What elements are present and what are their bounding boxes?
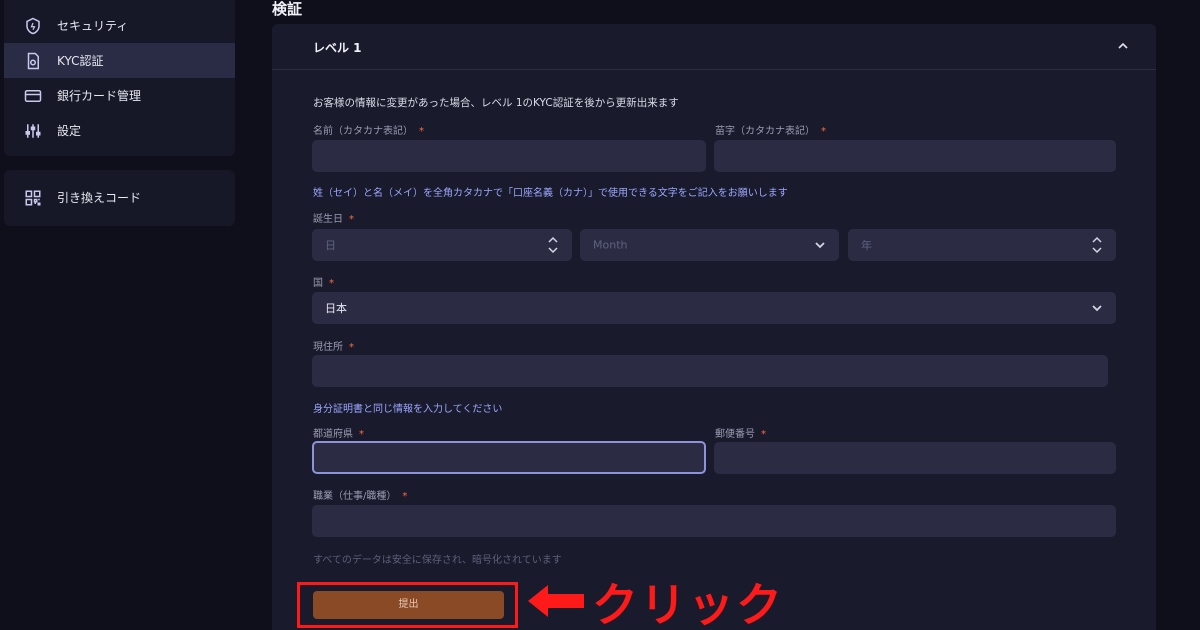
sidebar-item-label: KYC認証	[57, 54, 104, 68]
sidebar-item-label: 設定	[57, 124, 82, 138]
id-document-icon	[24, 52, 42, 70]
sidebar-item-security[interactable]: セキュリティ	[4, 8, 235, 43]
prefecture-input[interactable]	[312, 441, 706, 474]
country-value: 日本	[325, 302, 347, 315]
qr-code-icon	[24, 189, 42, 207]
address-input[interactable]	[312, 355, 1108, 387]
sidebar-item-bank-card[interactable]: 銀行カード管理	[4, 78, 235, 113]
occupation-input[interactable]	[312, 505, 1116, 537]
sidebar-item-label: 引き換えコード	[57, 191, 142, 205]
sidebar-item-settings[interactable]: 設定	[4, 113, 235, 148]
chevron-down-icon	[814, 236, 826, 254]
highlight-box	[297, 582, 518, 628]
sidebar-item-label: 銀行カード管理	[57, 89, 142, 103]
country-select[interactable]: 日本	[312, 292, 1116, 324]
birth-month-placeholder: Month	[593, 238, 628, 252]
sidebar-item-label: セキュリティ	[57, 19, 129, 33]
sidebar-menu: セキュリティ KYC認証 銀行カード管理 設定	[4, 0, 235, 156]
prefecture-label: 都道府県 *	[313, 429, 364, 440]
chevron-down-icon	[1091, 299, 1103, 317]
first-name-input[interactable]	[312, 140, 706, 172]
kyc-level-card: レベル 1	[272, 24, 1156, 630]
birth-year-placeholder: 年	[861, 239, 872, 252]
postal-code-input[interactable]	[714, 442, 1116, 474]
arrow-left-icon	[526, 583, 586, 619]
birth-day-placeholder: 日	[325, 239, 336, 252]
credit-card-icon	[24, 87, 42, 105]
sidebar-secondary-menu: 引き換えコード	[4, 170, 235, 226]
last-name-label: 苗字（カタカナ表記） *	[715, 126, 826, 137]
security-note: すべてのデータは安全に保存され、暗号化されています	[313, 555, 562, 566]
id-note: 身分証明書と同じ情報を入力してください	[313, 404, 503, 415]
card-title: レベル 1	[313, 41, 362, 55]
chevron-up-icon[interactable]	[1115, 38, 1131, 54]
click-annotation: クリック	[592, 578, 784, 630]
intro-text: お客様の情報に変更があった場合、レベル 1のKYC認証を後から更新出来ます	[313, 97, 679, 109]
birth-day-input[interactable]: 日	[312, 229, 572, 261]
first-name-label: 名前（カタカナ表記） *	[313, 126, 424, 137]
birth-month-select[interactable]: Month	[580, 229, 839, 261]
sidebar-item-kyc[interactable]: KYC認証	[4, 43, 235, 78]
address-label: 現住所 *	[313, 342, 354, 353]
sliders-icon	[24, 122, 42, 140]
shield-icon	[24, 17, 42, 35]
stepper-icon[interactable]	[547, 236, 559, 254]
birth-year-input[interactable]: 年	[848, 229, 1116, 261]
country-label: 国 *	[313, 278, 334, 289]
last-name-input[interactable]	[714, 140, 1116, 172]
birthday-label: 誕生日 *	[313, 214, 354, 225]
card-header[interactable]: レベル 1	[272, 24, 1156, 70]
postal-code-label: 郵便番号 *	[715, 429, 766, 440]
name-note: 姓（セイ）と名（メイ）を全角カタカナで「口座名義（カナ）」で使用できる文字をご記…	[313, 188, 788, 199]
stepper-icon[interactable]	[1091, 236, 1103, 254]
occupation-label: 職業（仕事/職種） *	[313, 491, 408, 502]
sidebar-item-redeem-code[interactable]: 引き換えコード	[4, 180, 235, 215]
page-title: 検証	[272, 0, 303, 18]
